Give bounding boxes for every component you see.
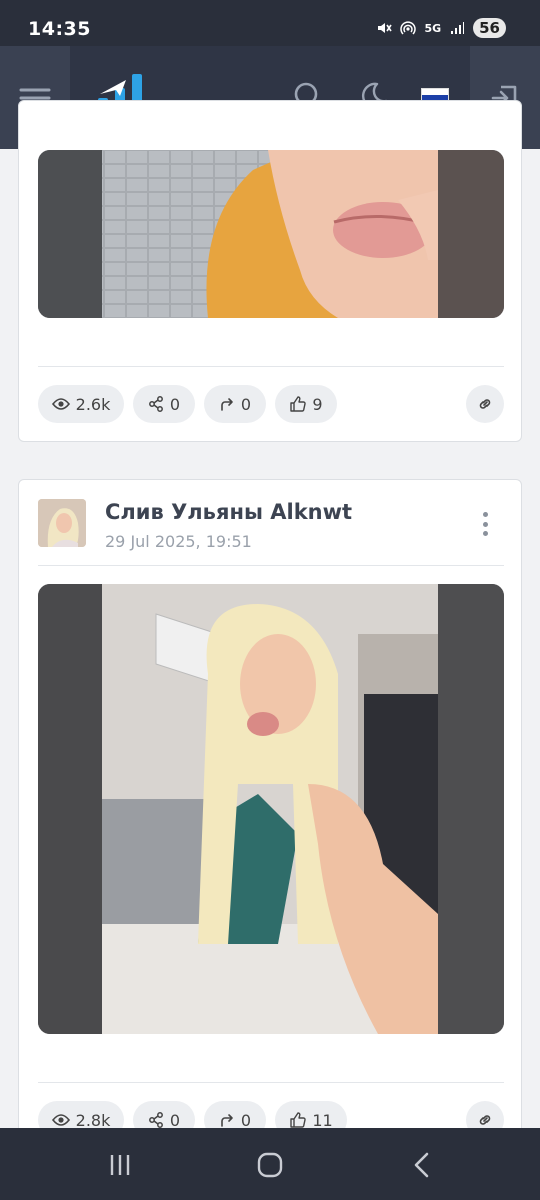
views-count: 2.6k <box>75 394 111 414</box>
likes-count: 11 <box>312 1110 333 1130</box>
avatar[interactable] <box>38 499 86 547</box>
post-card: 2.6k 0 0 9 <box>18 100 522 442</box>
post-photo[interactable] <box>38 584 504 1034</box>
status-time: 14:35 <box>28 18 91 40</box>
recent-apps-icon <box>110 1155 130 1175</box>
thumbs-up-icon <box>290 1111 307 1128</box>
signal-icon <box>451 22 465 34</box>
post-photo-selfie <box>38 584 504 1034</box>
status-icons: 5G 56 <box>376 18 506 38</box>
divider <box>38 366 504 367</box>
repost-button[interactable]: 0 <box>204 385 266 423</box>
post-date: 29 Jul 2025, 19:51 <box>105 532 252 551</box>
mute-icon <box>378 23 393 33</box>
copy-link-button[interactable] <box>466 385 504 423</box>
views-counter: 2.6k <box>38 385 124 423</box>
post-photo[interactable] <box>38 150 504 318</box>
recent-apps-button[interactable] <box>100 1150 140 1180</box>
status-bar: 14:35 5G 56 <box>0 0 540 46</box>
back-icon <box>414 1152 429 1178</box>
share-icon <box>148 1112 163 1128</box>
reposts-count: 0 <box>240 1110 252 1130</box>
like-button[interactable]: 9 <box>275 385 337 423</box>
shares-count: 0 <box>169 394 181 414</box>
share-button[interactable]: 0 <box>133 385 195 423</box>
repost-icon <box>221 1114 233 1127</box>
hotspot-icon <box>400 21 417 35</box>
link-icon <box>479 1115 491 1125</box>
home-icon <box>257 1152 283 1178</box>
divider <box>38 1082 504 1083</box>
post-photo-lips <box>38 150 504 318</box>
views-count: 2.8k <box>75 1110 111 1130</box>
shares-count: 0 <box>169 1110 181 1130</box>
network-5g-icon: 5G <box>424 21 442 35</box>
eye-icon <box>51 398 70 410</box>
post-options-button[interactable] <box>483 512 489 536</box>
post-card: Слив Ульяны Alknwt 29 Jul 2025, 19:51 2.… <box>18 479 522 1179</box>
divider <box>38 565 504 566</box>
eye-icon <box>51 1114 70 1126</box>
author-name[interactable]: Слив Ульяны Alknwt <box>105 500 352 524</box>
reposts-count: 0 <box>240 394 252 414</box>
more-vertical-icon <box>483 512 488 517</box>
likes-count: 9 <box>312 394 323 414</box>
back-button[interactable] <box>402 1150 442 1180</box>
battery-icon: 56 <box>473 18 506 38</box>
thumbs-up-icon <box>290 395 307 412</box>
system-navigation-bar <box>0 1128 540 1200</box>
home-button[interactable] <box>250 1150 290 1180</box>
share-icon <box>148 396 163 412</box>
repost-icon <box>221 398 233 411</box>
link-icon <box>479 399 491 409</box>
